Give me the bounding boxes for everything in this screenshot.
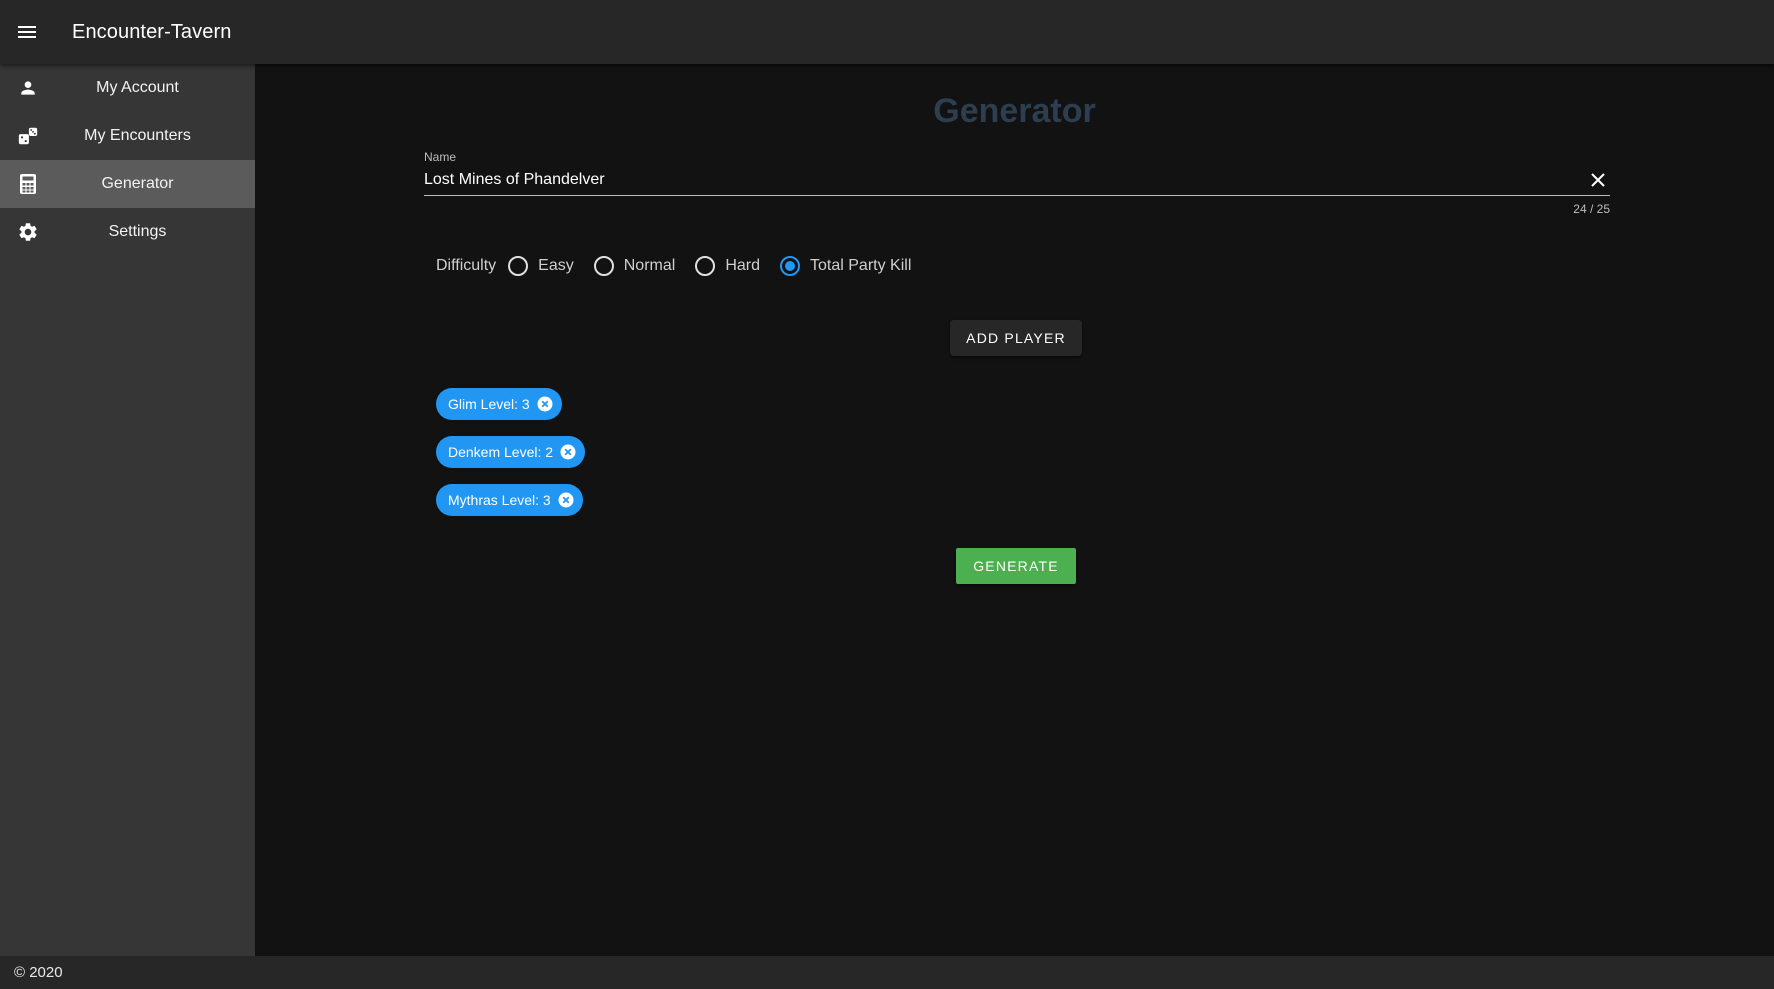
radio-label: Total Party Kill [810,257,912,274]
name-input[interactable] [424,165,1586,194]
player-chips: Glim Level: 3 Denkem Level: 2 Mythras Le… [436,388,586,532]
gear-icon [16,220,40,244]
clear-icon[interactable] [1586,168,1610,192]
name-field-label: Name [424,150,457,164]
generate-button[interactable]: GENERATE [956,548,1076,584]
difficulty-radio-group: Difficulty Easy Normal Hard Total Party … [436,248,929,284]
close-circle-icon[interactable] [559,443,577,461]
radio-checked-icon [778,254,802,278]
calculator-icon [16,172,40,196]
footer: © 2020 [0,956,1774,989]
sidebar-nav: My Account My Encounters Generator Setti… [0,64,255,956]
sidebar-item-settings[interactable]: Settings [0,208,255,256]
radio-easy[interactable]: Easy [506,254,574,278]
radio-normal[interactable]: Normal [592,254,676,278]
player-chip[interactable]: Denkem Level: 2 [436,436,586,468]
player-chip-label: Mythras Level: 3 [448,492,551,508]
copyright-text: © 2020 [14,964,63,981]
sidebar-item-my-encounters[interactable]: My Encounters [0,112,255,160]
hamburger-menu-icon[interactable] [0,0,54,64]
close-circle-icon[interactable] [557,491,575,509]
player-chip[interactable]: Mythras Level: 3 [436,484,583,516]
player-chip-label: Glim Level: 3 [448,396,530,412]
radio-label: Easy [538,257,574,274]
radio-unchecked-icon [693,254,717,278]
sidebar-item-generator[interactable]: Generator [0,160,255,208]
radio-unchecked-icon [592,254,616,278]
player-chip-label: Denkem Level: 2 [448,444,554,460]
radio-hard[interactable]: Hard [693,254,760,278]
radio-label: Normal [623,257,676,274]
app-bar: Encounter-Tavern [0,0,1774,64]
close-circle-icon[interactable] [536,395,554,413]
player-chip[interactable]: Glim Level: 3 [436,388,562,420]
radio-unchecked-icon [506,254,530,278]
account-icon [16,76,40,100]
app-title: Encounter-Tavern [72,20,232,43]
add-player-button[interactable]: ADD PLAYER [950,320,1082,356]
dice-icon [16,124,40,148]
radio-label: Hard [725,257,760,274]
difficulty-label: Difficulty [436,257,497,274]
name-field: Name 24 / 25 [424,150,1610,216]
sidebar-item-my-account[interactable]: My Account [0,64,255,112]
character-counter: 24 / 25 [1573,202,1610,216]
main-content: Generator Name 24 / 25 Difficulty Easy N… [255,64,1774,956]
page-title: Generator [933,92,1096,130]
radio-total-party-kill[interactable]: Total Party Kill [778,254,911,278]
